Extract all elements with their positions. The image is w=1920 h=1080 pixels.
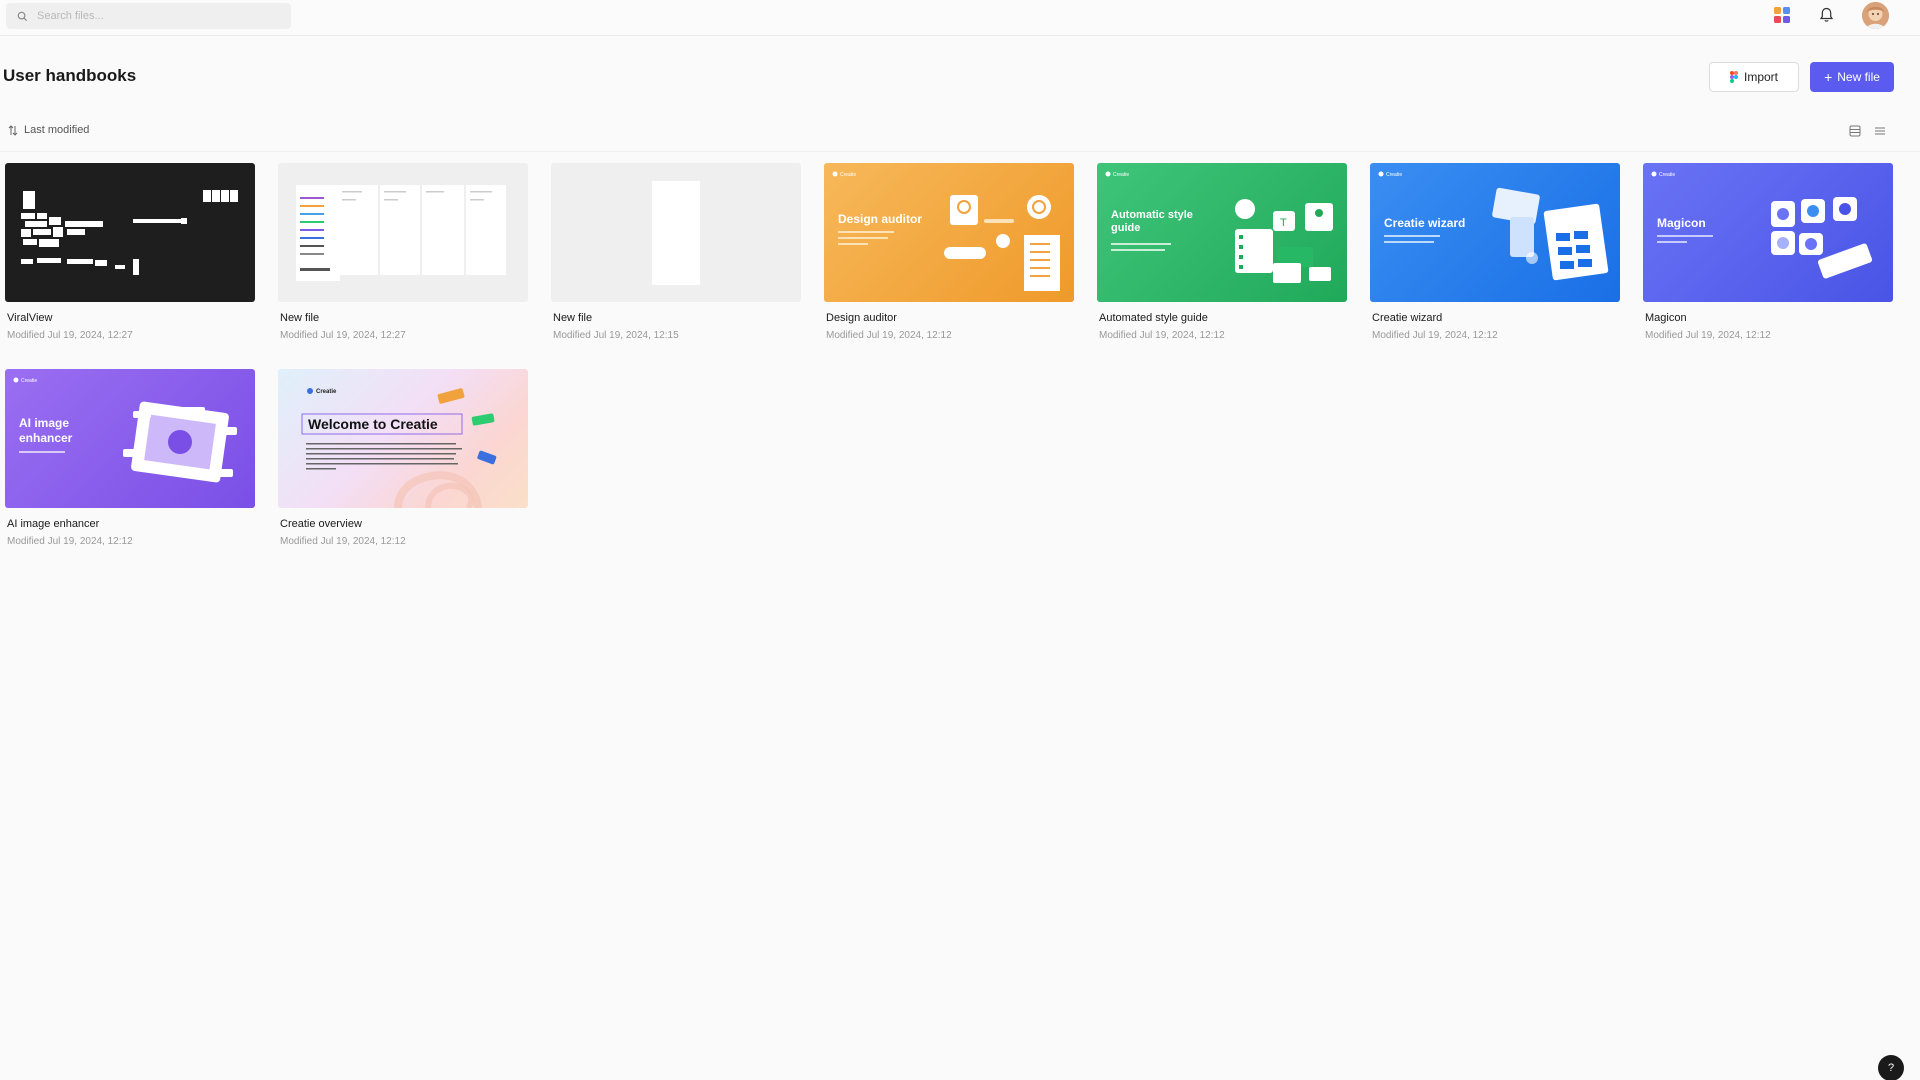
- file-title: AI image enhancer: [7, 518, 100, 530]
- divider: [0, 151, 1920, 152]
- file-title: Magicon: [1645, 312, 1687, 324]
- file-title: ViralView: [7, 312, 53, 324]
- file-title: Design auditor: [826, 312, 897, 324]
- thumb-title-line-1: AI image: [19, 416, 69, 430]
- file-modified: Modified Jul 19, 2024, 12:12: [1099, 330, 1225, 341]
- file-modified: Modified Jul 19, 2024, 12:12: [7, 536, 133, 547]
- file-card-viralview[interactable]: ViralView Modified Jul 19, 2024, 12:27: [5, 163, 255, 341]
- file-modified: Modified Jul 19, 2024, 12:12: [1372, 330, 1498, 341]
- file-title: New file: [553, 312, 593, 324]
- file-thumbnail: Creatie Design auditor: [824, 163, 1074, 302]
- file-title: Creatie overview: [280, 518, 362, 530]
- file-title: Automated style guide: [1099, 312, 1208, 324]
- sort-icon: [8, 124, 18, 136]
- top-bar: [0, 0, 1920, 36]
- thumb-brand: Creatie: [1113, 172, 1129, 178]
- file-thumbnail: [278, 163, 528, 302]
- file-card-new-file-1[interactable]: New file Modified Jul 19, 2024, 12:27: [278, 163, 528, 341]
- thumb-brand: Creatie: [1659, 172, 1675, 178]
- grid-view-icon[interactable]: [1849, 125, 1861, 137]
- thumb-brand: Creatie: [840, 172, 856, 178]
- file-card-magicon[interactable]: Creatie Magicon Magicon Modified Jul 19,…: [1643, 163, 1893, 341]
- thumb-title: Design auditor: [838, 212, 922, 226]
- bell-icon[interactable]: [1819, 7, 1834, 23]
- file-thumbnail: Creatie Magicon: [1643, 163, 1893, 302]
- file-card-new-file-2[interactable]: New file Modified Jul 19, 2024, 12:15: [551, 163, 801, 341]
- file-thumbnail: Creatie AI image enhancer: [5, 369, 255, 508]
- file-modified: Modified Jul 19, 2024, 12:27: [280, 330, 406, 341]
- list-view-icon[interactable]: [1874, 125, 1886, 137]
- file-card-automated-style-guide[interactable]: Creatie Automatic style guide T Automate…: [1097, 163, 1347, 341]
- thumb-title-line-2: guide: [1111, 222, 1140, 234]
- file-title: New file: [280, 312, 320, 324]
- sort-control[interactable]: Last modified: [8, 124, 89, 136]
- file-title: Creatie wizard: [1372, 312, 1443, 324]
- svg-text:T: T: [1280, 217, 1287, 229]
- search-icon: [17, 11, 28, 21]
- figma-icon: [1729, 71, 1738, 83]
- thumb-title-line-1: Automatic style: [1111, 209, 1193, 221]
- thumb-title-line-2: enhancer: [19, 431, 73, 445]
- help-label: ?: [1887, 1062, 1895, 1074]
- import-label: Import: [1743, 70, 1778, 84]
- search-box[interactable]: [6, 3, 291, 29]
- file-thumbnail: Creatie Automatic style guide T: [1097, 163, 1347, 302]
- file-card-ai-image-enhancer[interactable]: Creatie AI image enhancer AI image enhan…: [5, 369, 255, 547]
- thumb-brand: Creatie: [1386, 172, 1402, 178]
- thumb-brand: Creatie: [21, 378, 37, 384]
- file-thumbnail: [551, 163, 801, 302]
- file-card-design-auditor[interactable]: Creatie Design auditor Design auditor Mo…: [824, 163, 1074, 341]
- import-button[interactable]: Import: [1709, 62, 1799, 92]
- file-thumbnail: [5, 163, 255, 302]
- thumb-title: Creatie wizard: [1384, 216, 1465, 230]
- search-input[interactable]: [37, 10, 277, 22]
- file-modified: Modified Jul 19, 2024, 12:12: [826, 330, 952, 341]
- thumb-title: Magicon: [1657, 216, 1706, 230]
- help-button[interactable]: ?: [1878, 1055, 1904, 1080]
- plus-icon: +: [1824, 69, 1833, 85]
- file-modified: Modified Jul 19, 2024, 12:15: [553, 330, 679, 341]
- page-title: User handbooks: [3, 66, 137, 85]
- file-card-creatie-wizard[interactable]: Creatie Creatie wizard Creatie wizard Mo…: [1370, 163, 1620, 341]
- thumb-title: Welcome to Creatie: [308, 416, 438, 432]
- file-thumbnail: Creatie Welcome to Creatie: [278, 369, 528, 508]
- avatar[interactable]: [1862, 2, 1889, 29]
- file-thumbnail: Creatie Creatie wizard: [1370, 163, 1620, 302]
- file-modified: Modified Jul 19, 2024, 12:12: [280, 536, 406, 547]
- apps-icon[interactable]: [1774, 7, 1790, 23]
- sort-label: Last modified: [24, 124, 90, 136]
- file-modified: Modified Jul 19, 2024, 12:27: [7, 330, 133, 341]
- file-card-creatie-overview[interactable]: Creatie Welcome to Creatie Creatie overv…: [278, 369, 528, 547]
- thumb-brand: Creatie: [316, 389, 337, 395]
- file-modified: Modified Jul 19, 2024, 12:12: [1645, 330, 1771, 341]
- new-file-button[interactable]: + New file: [1810, 62, 1894, 92]
- new-file-label: New file: [1837, 70, 1880, 84]
